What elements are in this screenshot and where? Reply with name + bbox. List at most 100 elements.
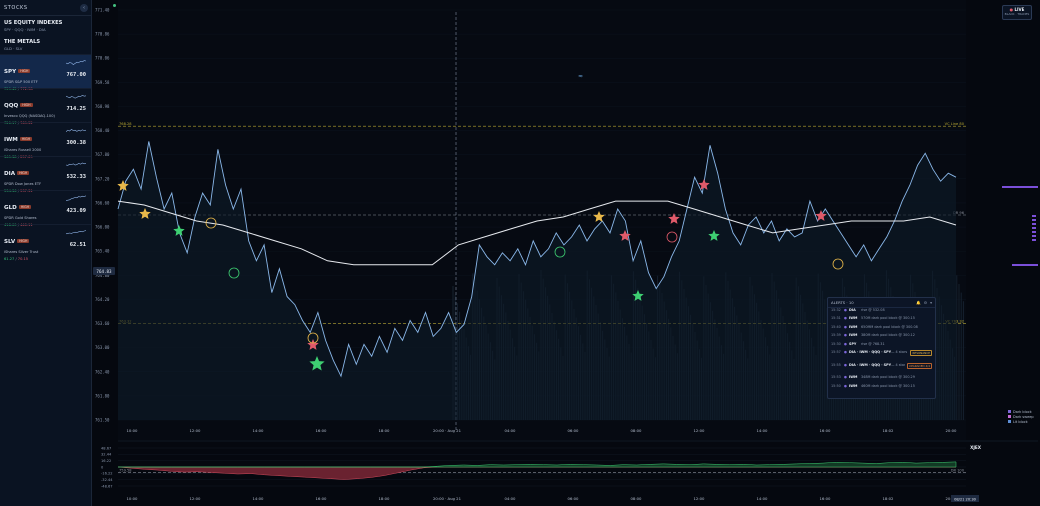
osc-x-tick-label: 08:00 [631,496,643,501]
alert-row[interactable]: 15:50 ● IWM 460M dark pool block @ 300.15 [828,384,935,392]
stock-name: iShares Russell 2000 [4,148,42,152]
stock-item-dia[interactable]: DIA HIGH SPDR Dow Jones ETF 534.36 / 537.31… [0,156,91,193]
x-tick-label: 16:00 [820,428,832,433]
stock-symbol: IWM [4,137,18,143]
alert-tag: UPGRADED 4/4 [906,362,932,369]
stock-item-gld[interactable]: GLD HIGH SPDR Gold Shares 418.00 / 440.11 42… [0,190,91,227]
y-tick-label: 762.40 [95,369,110,374]
collapse-sidebar-button[interactable]: ‹ [80,3,88,12]
x-tick-label: 14:00 [253,428,265,433]
x-tick-label: 18:00 [379,428,391,433]
bell-icon[interactable]: 🔔 [916,300,921,305]
stock-item-slv[interactable]: SLV HIGH iShares Silver Trust 61.27 / 70.15… [0,224,91,261]
dark-pool-marker [1032,219,1036,221]
stock-price: 767.00 [66,72,86,78]
stock-sparkline [66,162,86,166]
live-sub: BLACK · TRADES [1004,12,1030,16]
alert-ticker: IWM [849,375,858,380]
alert-row[interactable]: 15:40 ● IWM 650MM dark pool block @ 300.08 [828,325,935,333]
stock-item-iwm[interactable]: IWM HIGH iShares Russell 2000 365.38 / 257.… [0,122,91,159]
stock-symbol: QQQ [4,103,19,109]
x-tick-label: 18:02 [883,428,895,433]
alert-time: 15:30 [831,341,841,346]
stock-symbol: SPY [4,69,17,75]
alerts-header: ALERTS · 10 🔔 ⚙ ▾ [828,298,935,308]
alert-message: rise @ 532.08 [861,308,885,312]
osc-x-tick-label: 18:00 [379,496,391,501]
y-tick-label: 766.00 [95,225,110,230]
stock-sparkline [66,195,86,201]
x-tick-label: 08:00 [631,428,643,433]
legend-label: Dark block [1013,410,1033,414]
alert-ticker: IWM [849,383,858,388]
y-tick-label: 770.86 [95,32,110,37]
price-chart[interactable]: 771.40 770.86 770.06 769.58 768.98 768.40 767.… [91,0,1040,506]
alerts-title: ALERTS · 10 [831,300,854,305]
stock-name: SPDR Dow Jones ETF [4,182,42,186]
group-us-equity[interactable]: US EQUITY INDEXES SPY · QQQ · IWM · DIA [0,16,91,35]
y-tick-label: 763.00 [95,345,110,350]
stock-symbol: SLV [4,239,16,245]
y-tick-label: 763.60 [95,321,110,326]
stock-badge: HIGH [20,103,33,107]
osc-y-tick-label: 0 [101,465,104,469]
alert-message: 380M dark pool block @ 300.12 [861,333,915,338]
y-tick-label: 771.40 [95,8,110,13]
alert-row[interactable]: 15:39 ● IWM 380M dark pool block @ 300.12 [828,333,935,341]
stocks-sidebar: STOCKS ‹ US EQUITY INDEXES SPY · QQQ · I… [0,0,92,506]
x-tick-label: 20:00 [946,428,958,433]
legend-label: Lit block [1013,420,1029,424]
alert-message: — 4 stars [891,349,908,354]
stock-badge: HIGH [17,239,30,243]
alert-row[interactable]: 15:30 ● SPY rise @ 768.31 [828,342,935,350]
osc-x-tick-label: 16:00 [316,496,328,501]
dark-pool-marker [1012,264,1038,266]
stock-symbol: GLD [4,205,17,211]
osc-positive-area [118,461,957,468]
alert-row[interactable]: 15:55●DIA · IWM · QQQ · SPY — 4 starsUPG… [828,362,935,376]
stock-item-qqq[interactable]: QQQ HIGH Invesco QQQ (NASDAQ-100) 720.17 / … [0,88,91,125]
live-toggle[interactable]: ● LIVE BLACK · TRADES [1002,5,1032,20]
alert-list: 15:32 ● DIA rise @ 532.08 15:31 ● IWM 570M da… [828,308,935,392]
osc-x-tick-label: 20:00 · Aug 21 [433,496,462,501]
stock-price: 532.33 [66,174,86,180]
alert-row[interactable]: 15:53 ● IWM 348M dark pool block @ 300.29 [828,375,935,383]
alert-message: 570M dark pool block @ 300.15 [861,316,915,321]
alert-time: 15:32 [831,308,841,312]
legend-swatch [1008,410,1011,413]
alert-ticker: IWM [849,324,858,329]
dark-pool-marker [1032,223,1036,225]
x-tick-label: 20:00 · Aug 21 [433,428,462,433]
legend-label: Dark sweep [1013,415,1034,419]
stock-sparkline [66,230,86,235]
alert-row[interactable]: 15:31 ● IWM 570M dark pool block @ 300.15 [828,316,935,324]
osc-y-tick-label: 48.67 [101,446,111,450]
alert-time: 15:40 [831,324,841,329]
settings-icon[interactable]: ⚙ [924,300,927,305]
y-tick-label: 766.60 [95,200,110,205]
alert-row[interactable]: 15:32 ● DIA rise @ 532.08 [828,308,935,316]
dark-pool-marker [1032,235,1036,237]
stock-name: Invesco QQQ (NASDAQ-100) [4,114,55,118]
alert-row[interactable]: 15:57 ● DIA · IWM · QQQ · SPY — 4 stars RES… [828,349,935,363]
wave-icon: ≈ [578,73,583,80]
y-tick-label: 761.80 [95,393,110,398]
y-tick-label: 761.50 [95,418,110,423]
chevron-down-icon[interactable]: ▾ [930,300,932,305]
stock-name: SPDR Gold Shares [4,216,37,220]
group-metals[interactable]: THE METALS GLD · SLV [0,35,91,54]
alert-ticker: DIA · IWM · QQQ · SPY [849,362,892,367]
osc-x-tick-label: 12:00 [190,496,202,501]
stock-item-spy[interactable]: SPY HIGH SPDR S&P 500 ETF 759.45 / 772.98 76… [0,54,91,91]
stock-badge: HIGH [18,69,31,73]
x-end-label: 08/21 20:30 [954,498,977,502]
stock-range: 61.27 / 70.15 [4,257,29,261]
osc-y-tick-label: 16.22 [101,459,111,463]
sidebar-title: STOCKS [4,4,28,11]
x-tick-label: 12:00 [190,428,202,433]
alert-ticker: SPY [849,341,857,346]
stock-sparkline [66,60,86,65]
y-tick-label: 767.20 [95,176,110,181]
price-badge: 764.83 [96,269,112,274]
level-label-right: DR 100 [951,469,965,473]
